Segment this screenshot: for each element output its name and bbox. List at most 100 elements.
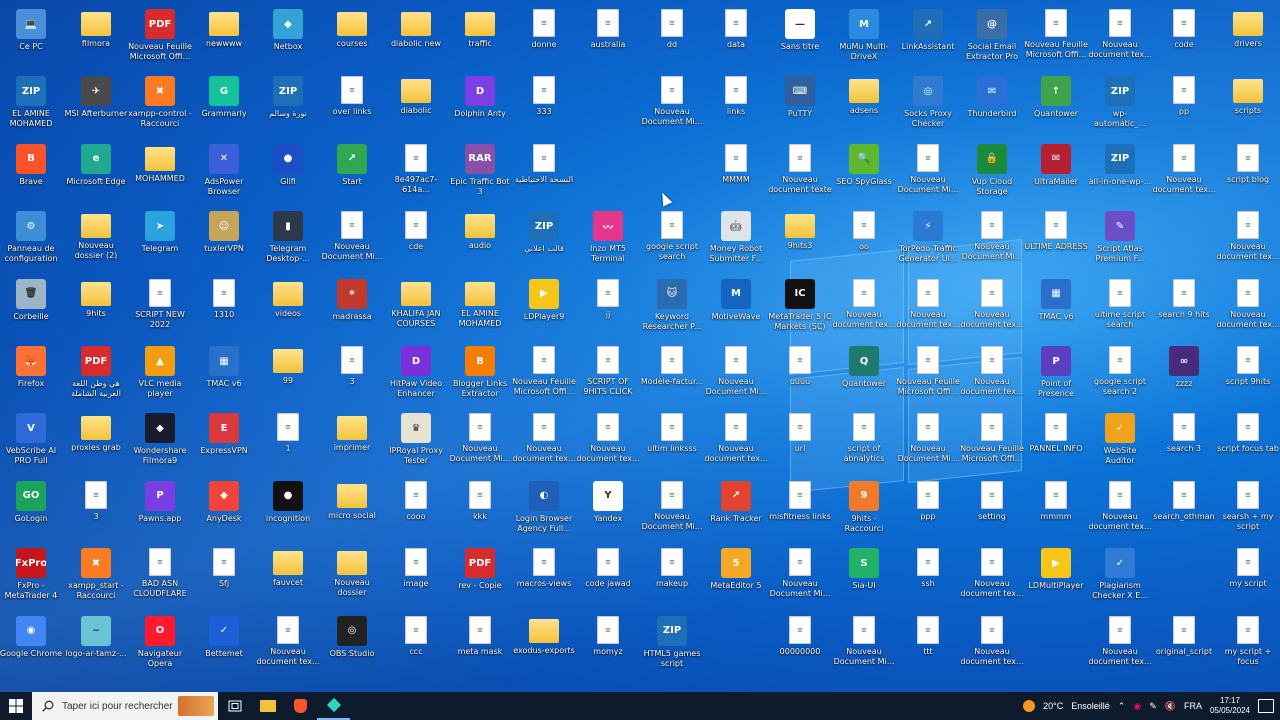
- desktop-icon[interactable]: ZIP قالب اعلاني: [512, 206, 576, 272]
- desktop-icon[interactable]: @ Social Email Extractor Pro F...: [960, 4, 1024, 70]
- desktop-icon[interactable]: ≡ search_othman: [1152, 476, 1216, 542]
- desktop-icon[interactable]: ≡ Nouveau Feuille Microsoft Offi...: [512, 341, 576, 407]
- desktop-icon[interactable]: ≡ searsh + my script: [1216, 476, 1280, 542]
- pen-icon[interactable]: ✎: [1149, 701, 1157, 712]
- desktop-icon[interactable]: ≡ setting: [960, 476, 1024, 542]
- desktop-icon[interactable]: ▶ LDPlayer9: [512, 274, 576, 340]
- desktop-icon[interactable]: 🐱 Keyword Researcher P...: [640, 274, 704, 340]
- desktop-icon[interactable]: ≡ Nouveau Document Mi...: [960, 206, 1024, 272]
- desktop-icon[interactable]: S Sia-UI: [832, 543, 896, 609]
- desktop-icon[interactable]: ≡ over links: [320, 71, 384, 137]
- desktop-icon[interactable]: ◆ Netbox: [256, 4, 320, 70]
- desktop-icon[interactable]: ≡ code jawad: [576, 543, 640, 609]
- desktop-icon[interactable]: ✉ Thunderbird: [960, 71, 1024, 137]
- desktop-icon[interactable]: ZIP HTML5 games script: [640, 611, 704, 677]
- desktop-icon[interactable]: ≡ Nouveau document tex...: [832, 274, 896, 340]
- desktop-icon[interactable]: ✶ madrassa: [320, 274, 384, 340]
- desktop-icon[interactable]: M MuMu Multi-DriveX: [832, 4, 896, 70]
- desktop-icon[interactable]: ≡ cde: [384, 206, 448, 272]
- desktop-icon[interactable]: — Sans titre: [768, 4, 832, 70]
- desktop-icon[interactable]: ≡ Nouveau Document Mi...: [640, 71, 704, 137]
- desktop-icon[interactable]: EL AMINE MOHAMED: [448, 274, 512, 340]
- desktop-icon[interactable]: 〰 Inzo MT5 Terminal: [576, 206, 640, 272]
- desktop-icon[interactable]: ≡ Nouveau Document Mi...: [640, 476, 704, 542]
- desktop-icon[interactable]: 🗑 Corbeille: [0, 274, 63, 340]
- desktop-icon[interactable]: ≡ 00000000: [768, 611, 832, 677]
- desktop-icon[interactable]: proxies grab: [64, 408, 128, 474]
- desktop-icon[interactable]: ≡ image: [384, 543, 448, 609]
- desktop-icon[interactable]: ≡ my script: [1216, 543, 1280, 609]
- desktop-icon[interactable]: ✓ Plagiarism Checker X E...: [1088, 543, 1152, 609]
- desktop-icon[interactable]: ◆ Wondershare Filmora9: [128, 408, 192, 474]
- desktop-icon[interactable]: ≡ Nouveau Document Mi...: [896, 408, 960, 474]
- desktop-icon[interactable]: ≡ 8e497ac7-614a...: [384, 139, 448, 205]
- desktop-icon[interactable]: ▲ VLC media player: [128, 341, 192, 407]
- desktop-icon[interactable]: KHALIFA JAN COURSES: [384, 274, 448, 340]
- task-view-button[interactable]: [218, 692, 251, 720]
- desktop-icon[interactable]: ↗ LinkAssistant: [896, 4, 960, 70]
- desktop-icon[interactable]: e Microsoft Edge: [64, 139, 128, 205]
- desktop-icon[interactable]: ⚡ TorPedo Traffic Generator Ul...: [896, 206, 960, 272]
- desktop-icon[interactable]: ≡ data: [704, 4, 768, 70]
- desktop-icon[interactable]: ↗ Rank Tracker: [704, 476, 768, 542]
- desktop-icon[interactable]: ◎ Socks Proxy Checker: [896, 71, 960, 137]
- desktop-icon[interactable]: ≡ Sfj: [192, 543, 256, 609]
- desktop-icon[interactable]: ≡ Modèle-factur...: [640, 341, 704, 407]
- desktop-icon[interactable]: ▦ TMAC v6: [192, 341, 256, 407]
- desktop-icon[interactable]: ≡ ppp: [896, 476, 960, 542]
- desktop-icon[interactable]: ≡ makeup: [640, 543, 704, 609]
- desktop-icon[interactable]: ≡ original_script: [1152, 611, 1216, 677]
- desktop-icon[interactable]: ≡ jj: [576, 274, 640, 340]
- desktop-icon[interactable]: newwww: [192, 4, 256, 70]
- desktop-icon[interactable]: ZIP all-in-one-wp-...: [1088, 139, 1152, 205]
- desktop-icon[interactable]: Nouveau dossier: [320, 543, 384, 609]
- desktop-icon[interactable]: ≡ Nouveau document texte: [768, 139, 832, 205]
- desktop-icon[interactable]: 🤖 Money Robot Submitter F...: [704, 206, 768, 272]
- desktop-icon[interactable]: ≡ Nouveau document tex...: [1088, 611, 1152, 677]
- desktop-icon[interactable]: ≡ url: [768, 408, 832, 474]
- desktop-icon[interactable]: ◉ Google Chrome: [0, 611, 63, 677]
- language-indicator[interactable]: FRA: [1184, 701, 1202, 711]
- desktop-icon[interactable]: ≡ 3: [320, 341, 384, 407]
- desktop-icon[interactable]: D HitPaw Video Enhancer: [384, 341, 448, 407]
- desktop-icon[interactable]: ▦ TMAC v6: [1024, 274, 1088, 340]
- desktop-icon[interactable]: ≡ Nouveau document tex...: [256, 611, 320, 677]
- desktop-icon[interactable]: ⚙ Panneau de configuration: [0, 206, 63, 272]
- desktop-icon[interactable]: ≡ google script search: [640, 206, 704, 272]
- sun-icon[interactable]: [1023, 700, 1036, 712]
- desktop-icon[interactable]: 9 9hits - Raccourci: [832, 476, 896, 542]
- desktop-icon[interactable]: ≡ BAD ASN CLOUDFLARE: [128, 543, 192, 609]
- desktop-icon[interactable]: ≡ Nouveau Document Mi...: [896, 139, 960, 205]
- desktop-icon[interactable]: filmora: [64, 4, 128, 70]
- desktop-icon[interactable]: ☺ tuxlerVPN: [192, 206, 256, 272]
- desktop-icon[interactable]: ✓ WebSite Auditor: [1088, 408, 1152, 474]
- desktop-icon[interactable]: ≡ Nouveau document tex...: [1216, 206, 1280, 272]
- desktop-icon[interactable]: ≡ Nouveau document tex...: [960, 543, 1024, 609]
- desktop-icon[interactable]: courses: [320, 4, 384, 70]
- desktop-icon[interactable]: ≡ meta mask: [448, 611, 512, 677]
- desktop-icon[interactable]: ● incognition: [256, 476, 320, 542]
- taskbar-search-box[interactable]: Taper ici pour rechercher: [32, 692, 218, 720]
- desktop-icon[interactable]: ✈ MSI Afterburner: [64, 71, 128, 137]
- desktop-icon[interactable]: GO GoLogin: [0, 476, 63, 542]
- desktop-icon[interactable]: ≡ Nouveau Document Mi...: [448, 408, 512, 474]
- desktop-icon[interactable]: P Pawns.app: [128, 476, 192, 542]
- desktop-icon[interactable]: ≡ SCRIPT NEW 2022: [128, 274, 192, 340]
- desktop-icon[interactable]: ≡ mmmm: [1024, 476, 1088, 542]
- desktop-icon[interactable]: ⌨ PuTTY: [768, 71, 832, 137]
- desktop-icon[interactable]: ✕ AdsPower Browser: [192, 139, 256, 205]
- desktop-icon[interactable]: ZIP نورة وسالم: [256, 71, 320, 137]
- desktop-icon[interactable]: ≡ oo: [832, 206, 896, 272]
- desktop-icon[interactable]: ≡ Nouveau document tex...: [1152, 139, 1216, 205]
- desktop-icon[interactable]: ≡ ssh: [896, 543, 960, 609]
- desktop-icon[interactable]: ≡ Nouveau Feuille Microsoft Offi...: [896, 341, 960, 407]
- desktop-icon[interactable]: ≡ ULTIME ADRESS: [1024, 206, 1088, 272]
- desktop-icon[interactable]: ≡ Nouveau document tex...: [960, 341, 1024, 407]
- desktop-icon[interactable]: drivers: [1216, 4, 1280, 70]
- desktop-icon[interactable]: ● Glifi: [256, 139, 320, 205]
- desktop-icon[interactable]: diabolic new: [384, 4, 448, 70]
- desktop-icon[interactable]: ≡ Nouveau Feuille Microsoft Offi...: [1024, 4, 1088, 70]
- desktop-icon[interactable]: ≡ Nouveau Feuille Microsoft Offi...: [960, 408, 1024, 474]
- desktop-icon[interactable]: P Point of Presence: [1024, 341, 1088, 407]
- weather-temp[interactable]: 20°C: [1043, 701, 1063, 711]
